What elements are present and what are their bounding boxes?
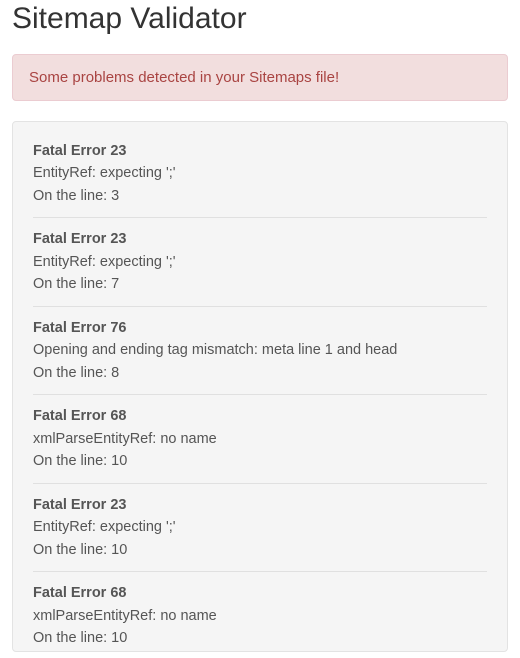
error-message: EntityRef: expecting ';' [33, 251, 487, 273]
error-item: Fatal Error 68 xmlParseEntityRef: no nam… [33, 582, 487, 649]
error-title: Fatal Error 68 [33, 405, 487, 427]
page-title: Sitemap Validator [12, 2, 508, 36]
alert-error: Some problems detected in your Sitemaps … [12, 54, 508, 101]
alert-message: Some problems detected in your Sitemaps … [29, 69, 339, 86]
error-item: Fatal Error 23 EntityRef: expecting ';' … [33, 140, 487, 218]
error-title: Fatal Error 23 [33, 228, 487, 250]
error-message: xmlParseEntityRef: no name [33, 428, 487, 450]
error-message: Opening and ending tag mismatch: meta li… [33, 339, 487, 361]
error-item: Fatal Error 23 EntityRef: expecting ';' … [33, 228, 487, 306]
error-item: Fatal Error 23 EntityRef: expecting ';' … [33, 494, 487, 572]
page: Sitemap Validator Some problems detected… [0, 2, 520, 658]
error-line: On the line: 10 [33, 539, 487, 561]
error-line: On the line: 8 [33, 362, 487, 384]
error-item: Fatal Error 68 xmlParseEntityRef: no nam… [33, 405, 487, 483]
error-title: Fatal Error 76 [33, 317, 487, 339]
error-item: Fatal Error 76 Opening and ending tag mi… [33, 317, 487, 395]
error-line: On the line: 7 [33, 273, 487, 295]
error-line: On the line: 10 [33, 450, 487, 472]
error-line: On the line: 3 [33, 185, 487, 207]
error-line: On the line: 10 [33, 627, 487, 649]
error-panel: Fatal Error 23 EntityRef: expecting ';' … [12, 121, 508, 652]
error-message: EntityRef: expecting ';' [33, 162, 487, 184]
error-title: Fatal Error 23 [33, 494, 487, 516]
error-title: Fatal Error 68 [33, 582, 487, 604]
error-title: Fatal Error 23 [33, 140, 487, 162]
error-message: xmlParseEntityRef: no name [33, 605, 487, 627]
error-message: EntityRef: expecting ';' [33, 516, 487, 538]
